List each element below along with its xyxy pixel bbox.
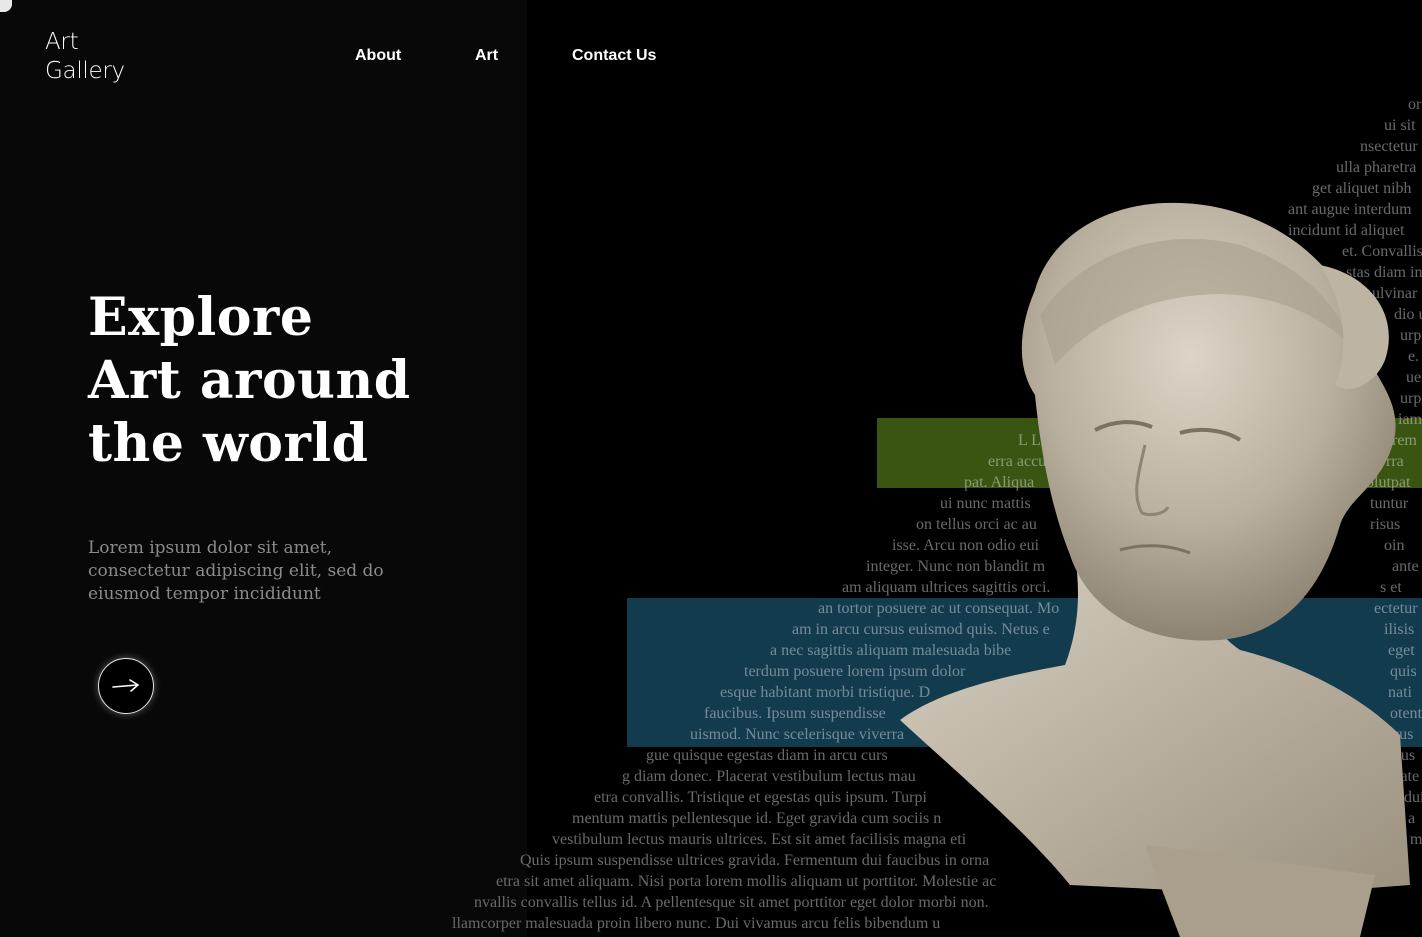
background-text-line: or xyxy=(1408,96,1422,113)
hero-description: Lorem ipsum dolor sit amet, consectetur … xyxy=(88,537,408,606)
arrow-right-icon xyxy=(112,679,140,692)
background-text-line: etra convallis. Tristique et egestas qui… xyxy=(594,789,927,806)
logo-line-1: Art xyxy=(45,29,79,55)
hero-title-line-1: Explore xyxy=(88,287,314,348)
marble-bust-image xyxy=(900,202,1410,937)
background-text-line: g diam donec. Placerat vestibulum lectus… xyxy=(622,768,916,785)
hero-title-line-2: Art around xyxy=(88,350,411,411)
background-text-line: ui sit xyxy=(1384,117,1416,134)
logo-line-2: Gallery xyxy=(45,58,125,84)
nav-link-contact[interactable]: Contact Us xyxy=(572,47,656,65)
background-text-line: nsectetur xyxy=(1360,138,1418,155)
hero-description-line-3: eiusmod tempor incididunt xyxy=(88,584,321,604)
hero-description-line-1: Lorem ipsum dolor sit amet, xyxy=(88,538,333,558)
hero-description-line-2: consectetur adipiscing elit, sed do xyxy=(88,561,384,581)
site-logo[interactable]: Art Gallery xyxy=(45,28,125,86)
background-text-line: gue quisque egestas diam in arcu curs xyxy=(646,747,888,764)
nav-link-art[interactable]: Art xyxy=(475,47,498,65)
explore-arrow-button[interactable] xyxy=(98,658,154,714)
background-text-line: ulla pharetra xyxy=(1336,159,1417,176)
hero-title: Explore Art around the world xyxy=(88,286,411,475)
hero-title-line-3: the world xyxy=(88,413,369,474)
nav-link-about[interactable]: About xyxy=(355,47,401,65)
